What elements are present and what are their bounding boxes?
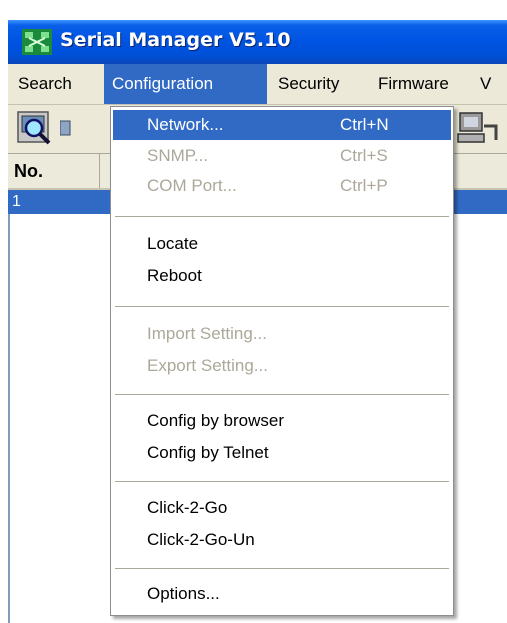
menu-separator (115, 481, 449, 483)
menu-item-click-2-go[interactable]: Click-2-Go (113, 493, 451, 523)
column-header-no[interactable]: No. (8, 154, 100, 188)
row-number: 1 (12, 193, 21, 210)
menu-search[interactable]: Search (10, 64, 80, 104)
menu-item-label: Config by browser (147, 411, 285, 430)
menu-security[interactable]: Security (270, 64, 347, 104)
menu-configuration[interactable]: Configuration (104, 64, 267, 104)
menu-item-export-setting: Export Setting... (113, 351, 451, 381)
menu-item-label: SNMP... (147, 146, 209, 165)
partial-toolbar-icon[interactable] (59, 119, 72, 144)
app-network-icon (22, 29, 52, 55)
menu-item-snmp: SNMP... Ctrl+S (113, 141, 451, 171)
menu-separator (115, 306, 449, 308)
menu-truncated[interactable]: V (472, 64, 499, 104)
list-border (8, 214, 10, 623)
menu-item-config-by-browser[interactable]: Config by browser (113, 406, 451, 436)
menu-item-click-2-go-un[interactable]: Click-2-Go-Un (113, 525, 451, 555)
menu-item-shortcut: Ctrl+N (340, 115, 389, 134)
menu-item-import-setting: Import Setting... (113, 319, 451, 349)
menu-item-label: COM Port... (147, 176, 237, 195)
menu-item-label: Click-2-Go-Un (147, 530, 255, 549)
menu-separator (115, 394, 449, 396)
menu-item-config-by-telnet[interactable]: Config by Telnet (113, 438, 451, 468)
menu-item-label: Network... (147, 115, 224, 134)
menu-item-label: Reboot (147, 266, 202, 285)
menu-item-locate[interactable]: Locate (113, 229, 451, 259)
search-magnifier-icon[interactable] (16, 110, 54, 153)
menu-item-options[interactable]: Options... (113, 579, 451, 609)
menu-separator (115, 568, 449, 570)
menu-item-shortcut: Ctrl+P (340, 176, 388, 195)
menu-item-label: Export Setting... (147, 356, 268, 375)
menu-item-label: Locate (147, 234, 199, 253)
menu-item-com-port: COM Port... Ctrl+P (113, 171, 451, 201)
menu-item-label: Import Setting... (147, 324, 267, 343)
menu-item-label: Config by Telnet (147, 443, 269, 462)
network-computer-icon[interactable] (456, 110, 500, 155)
configuration-menu: Network... Ctrl+N SNMP... Ctrl+S COM Por… (110, 106, 454, 616)
menu-item-network[interactable]: Network... Ctrl+N (113, 110, 451, 140)
menu-separator (115, 216, 449, 218)
menu-item-reboot[interactable]: Reboot (113, 261, 451, 291)
window-title: Serial Manager V5.10 (60, 29, 291, 51)
menu-item-label: Options... (147, 584, 220, 603)
menu-item-label: Click-2-Go (147, 498, 228, 517)
menu-bar: Search Configuration Security Firmware V (8, 64, 507, 105)
menu-item-shortcut: Ctrl+S (340, 146, 388, 165)
menu-firmware[interactable]: Firmware (370, 64, 457, 104)
title-bar[interactable]: Serial Manager V5.10 (8, 20, 507, 64)
